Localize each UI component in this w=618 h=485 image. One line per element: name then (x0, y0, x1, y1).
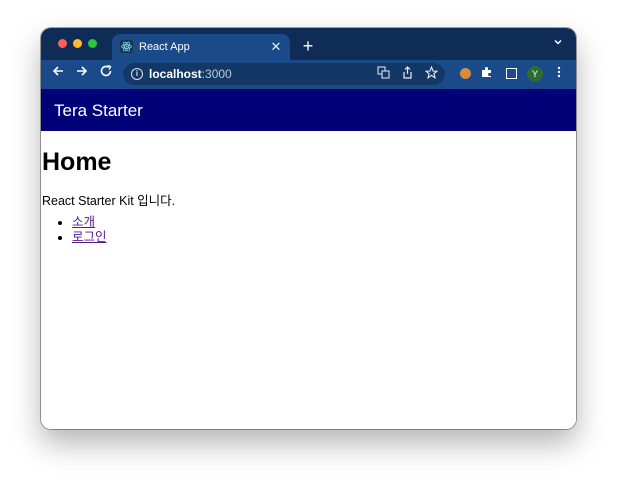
back-arrow-icon[interactable] (48, 64, 68, 84)
browser-window: React App ✕ + i localhost:3000 Y Tera St… (41, 28, 576, 429)
site-info-icon[interactable]: i (131, 68, 143, 80)
page-description: React Starter Kit 입니다. (42, 194, 176, 208)
extensions-puzzle-icon[interactable] (479, 66, 495, 82)
tab-react-app[interactable]: React App ✕ (112, 34, 290, 60)
side-panel-icon[interactable] (503, 66, 519, 82)
page-title: Home (42, 148, 112, 176)
list-item: 소개 (72, 215, 107, 230)
nav-link-list: 소개 로그인 (42, 215, 107, 245)
tab-close-icon[interactable]: ✕ (268, 39, 284, 55)
react-logo-icon (120, 40, 133, 53)
profile-avatar[interactable]: Y (527, 66, 543, 82)
new-tab-button[interactable]: + (298, 36, 318, 56)
nav-link-about[interactable]: 소개 (72, 215, 95, 229)
tab-strip: React App ✕ + (41, 28, 576, 60)
forward-arrow-icon[interactable] (72, 64, 92, 84)
browser-toolbar: i localhost:3000 Y (41, 60, 576, 89)
minimize-window-button[interactable] (73, 39, 82, 48)
cookie-extension-icon[interactable] (457, 66, 473, 82)
nav-link-login[interactable]: 로그인 (72, 230, 107, 244)
reload-icon[interactable] (96, 64, 116, 84)
app-header: Tera Starter (41, 89, 576, 131)
tab-search-chevron-icon[interactable] (550, 36, 566, 52)
more-menu-icon[interactable] (551, 66, 567, 82)
share-icon[interactable] (399, 66, 415, 82)
page-viewport: Tera Starter Home React Starter Kit 입니다.… (41, 89, 576, 429)
tab-title: React App (139, 41, 190, 53)
brand-title[interactable]: Tera Starter (54, 101, 143, 121)
maximize-window-button[interactable] (88, 39, 97, 48)
translate-icon[interactable] (375, 66, 391, 82)
list-item: 로그인 (72, 230, 107, 245)
bookmark-star-icon[interactable] (423, 65, 439, 82)
url-text[interactable]: localhost:3000 (149, 67, 232, 81)
close-window-button[interactable] (58, 39, 67, 48)
address-bar[interactable]: i localhost:3000 (123, 63, 445, 85)
